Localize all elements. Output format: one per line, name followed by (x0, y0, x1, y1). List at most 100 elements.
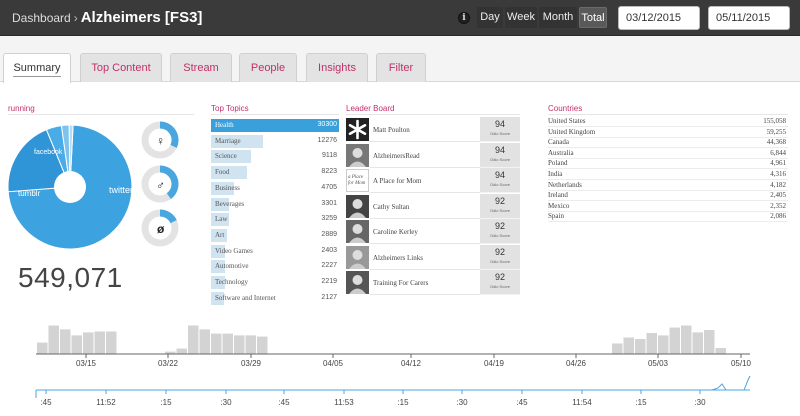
tab-filter[interactable]: Filter (376, 53, 426, 82)
leader-score-box: 94 Odio Score (480, 117, 520, 142)
topic-row[interactable]: Beverages 3301 (211, 197, 339, 212)
timeline-bar[interactable] (211, 333, 222, 354)
timeline-bar[interactable] (623, 337, 635, 355)
leader-name[interactable]: Cathy Sultan (373, 203, 409, 211)
leader-avatar[interactable] (346, 143, 369, 167)
timeline-bar[interactable] (199, 329, 211, 354)
tab-top-content[interactable]: Top Content (80, 53, 162, 82)
timeline-bar[interactable] (658, 335, 669, 354)
country-row[interactable]: Australia 6,844 (548, 148, 788, 159)
leader-score-box: 92 Odio Score (480, 244, 520, 270)
timeline-bar[interactable] (704, 330, 715, 354)
timeline-bar[interactable] (257, 336, 268, 354)
leader-score: 92 (494, 195, 505, 206)
topic-row[interactable]: Food 8223 (211, 165, 339, 180)
country-name: Netherlands (548, 180, 582, 189)
topic-row[interactable]: Technology 2219 (211, 275, 339, 290)
period-week-button[interactable]: Week (505, 7, 537, 28)
topic-row[interactable]: Business 4705 (211, 181, 339, 196)
leader-row[interactable]: Cathy Sultan 92 Odio Score (346, 193, 520, 219)
timeline-bars (37, 325, 727, 355)
tab-people[interactable]: People (239, 53, 297, 82)
leader-name[interactable]: Matt Poulton (373, 126, 410, 134)
topic-row[interactable]: Automotive 2227 (211, 259, 339, 274)
leader-name[interactable]: A Place for Mom (373, 177, 421, 185)
timeline-bar[interactable] (222, 333, 234, 354)
timeline-bar[interactable] (106, 331, 117, 355)
period-total-button[interactable]: Total (579, 7, 607, 28)
period-day-button[interactable]: Day (477, 7, 503, 28)
leader-row[interactable]: a Place for Mom A Place for Mom 94 Odio Sco… (346, 168, 520, 193)
timeline-bar[interactable] (681, 325, 692, 355)
topic-label: Science (215, 152, 237, 161)
timeline-bar[interactable] (176, 348, 188, 354)
country-row[interactable]: India 4,316 (548, 169, 788, 180)
topic-row[interactable]: Software and Internet 2127 (211, 291, 339, 306)
time-tick-label: 11:53 (334, 398, 354, 407)
timeline-bar[interactable] (83, 332, 94, 354)
leader-row[interactable]: Alzheimers Links 92 Odio Score (346, 244, 520, 270)
topic-row[interactable]: Science 9118 (211, 149, 339, 164)
leader-row[interactable]: AlzheimersRead 94 Odio Score (346, 142, 520, 168)
info-icon[interactable]: i (458, 12, 470, 24)
period-month-button[interactable]: Month (539, 7, 577, 28)
country-row[interactable]: United States 155,058 (548, 116, 788, 127)
topic-row[interactable]: Marriage 12276 (211, 134, 339, 149)
end-date-input[interactable] (708, 6, 790, 30)
tab-stream[interactable]: Stream (170, 53, 232, 82)
leader-name[interactable]: Training For Carers (373, 279, 428, 287)
timeline-bar[interactable] (94, 331, 106, 355)
country-row[interactable]: Canada 44,368 (548, 137, 788, 149)
leader-name[interactable]: Alzheimers Links (373, 254, 423, 262)
topic-row[interactable]: Video Games 2403 (211, 244, 339, 259)
timeline-bar[interactable] (188, 325, 199, 355)
timeline-bar[interactable] (635, 339, 646, 354)
leader-avatar[interactable] (346, 245, 369, 269)
timeline-bar[interactable] (71, 335, 83, 354)
leader-row[interactable]: Caroline Kerley 92 Odio Score (346, 219, 520, 244)
leader-avatar[interactable] (346, 118, 369, 141)
leader-avatar[interactable] (346, 271, 369, 294)
leader-avatar[interactable] (346, 194, 369, 218)
topic-value: 2127 (321, 293, 337, 301)
topic-value: 2889 (321, 230, 337, 238)
topic-row[interactable]: Art 2889 (211, 228, 339, 243)
topic-row[interactable]: Law 3259 (211, 212, 339, 227)
start-date-input[interactable] (618, 6, 700, 30)
country-row[interactable]: Ireland 2,405 (548, 190, 788, 202)
timeline-bar[interactable] (37, 342, 48, 354)
timeline-bar[interactable] (60, 329, 71, 354)
tab-summary[interactable]: Summary (3, 53, 71, 83)
country-row[interactable]: Netherlands 4,182 (548, 180, 788, 191)
topic-label: Art (215, 230, 225, 239)
timeline-bar[interactable] (245, 335, 257, 354)
topic-label: Technology (215, 278, 248, 286)
country-row[interactable]: Poland 4,961 (548, 158, 788, 170)
timeline-bar[interactable] (692, 332, 704, 354)
leader-avatar[interactable]: a Place for Mom (346, 169, 369, 192)
leader-name[interactable]: AlzheimersRead (373, 152, 420, 160)
timeline-bar[interactable] (669, 327, 681, 354)
breadcrumb-dashboard-link[interactable]: Dashboard (12, 11, 71, 25)
country-row[interactable]: Spain 2,086 (548, 211, 788, 223)
topic-label: Business (215, 183, 240, 192)
timeline-bar[interactable] (612, 343, 623, 355)
leader-avatar[interactable] (346, 220, 369, 243)
country-row[interactable]: United Kingdom 59,255 (548, 127, 788, 138)
topic-value: 30300 (317, 121, 337, 128)
timeline-bar[interactable] (715, 348, 727, 354)
country-row[interactable]: Mexico 2,352 (548, 201, 788, 212)
topic-row[interactable]: Health 30300 (211, 118, 339, 133)
top-topics-rule (211, 114, 339, 115)
time-tick-label: :30 (456, 398, 468, 407)
leader-row[interactable]: Matt Poulton 94 Odio Score (346, 117, 520, 142)
timeline-bar[interactable] (234, 335, 245, 354)
leader-score: 94 (494, 119, 505, 129)
leader-name[interactable]: Caroline Kerley (373, 228, 418, 236)
topic-label: Software and Internet (215, 293, 276, 302)
tab-insights[interactable]: Insights (306, 53, 368, 82)
timeline-bar[interactable] (646, 333, 658, 354)
timeline-bar[interactable] (48, 325, 60, 355)
activity-timeline[interactable]: 03/15 03/22 03/29 04/05 04/12 04/19 04/26 05/03… (0, 318, 800, 416)
leader-row[interactable]: Training For Carers 92 Odio Score (346, 270, 520, 295)
